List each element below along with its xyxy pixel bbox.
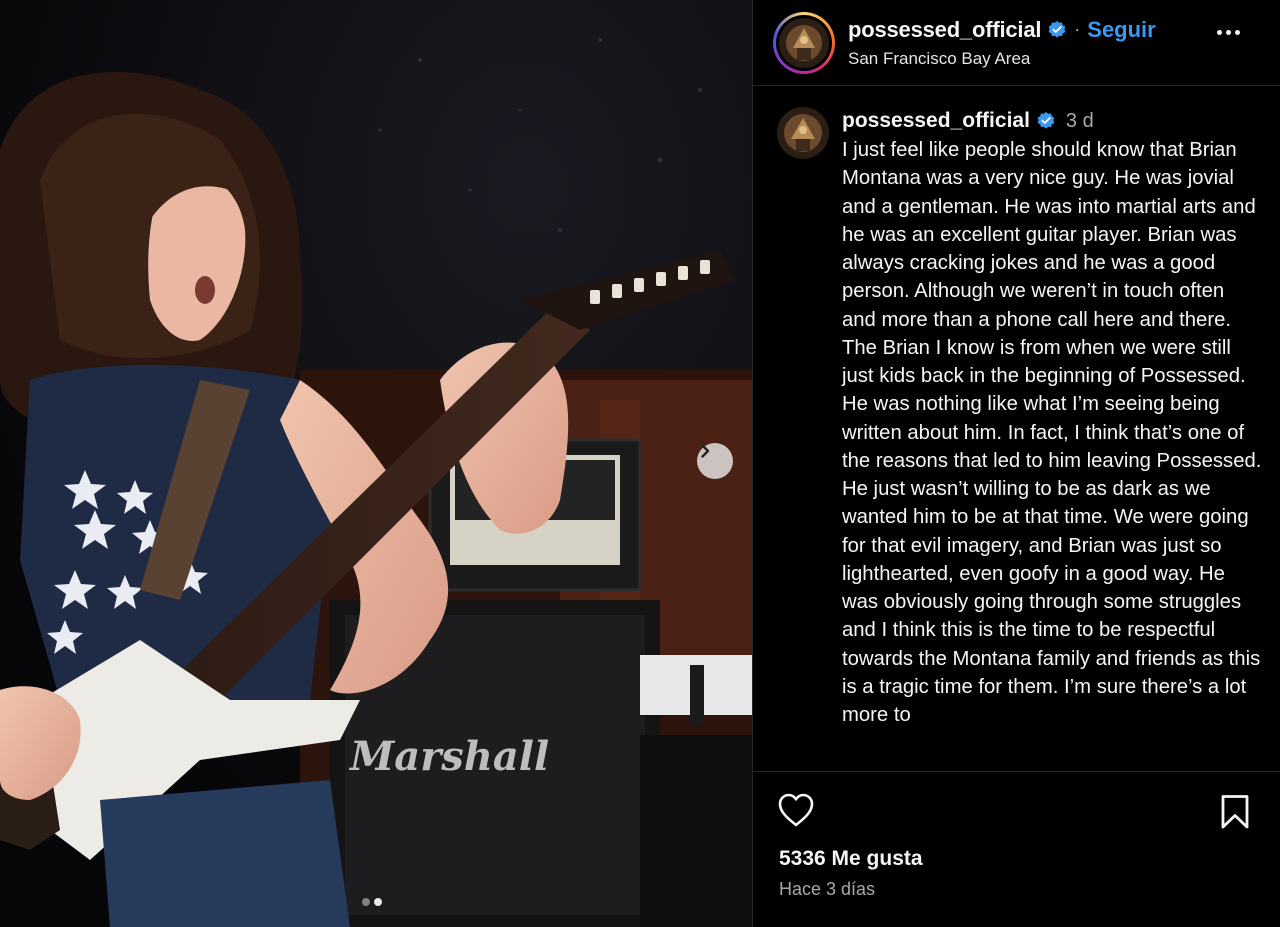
caption-text: I just feel like people should know that…	[842, 139, 1262, 726]
amp-logo: Marshall	[348, 733, 549, 780]
header-username[interactable]: possessed_official	[848, 17, 1041, 43]
follow-button[interactable]: Seguir	[1087, 17, 1155, 43]
caption-timestamp[interactable]: 3 d	[1066, 110, 1094, 133]
verified-badge-icon	[1047, 20, 1067, 40]
caption-username[interactable]: possessed_official	[842, 109, 1030, 133]
action-bar: 5336 Me gusta Hace 3 días	[753, 771, 1280, 927]
post-header: possessed_official · Seguir San Francisc…	[753, 0, 1280, 86]
guitarist-photo: Marshall	[0, 0, 752, 927]
more-dot-icon	[1226, 30, 1231, 35]
verified-badge-icon	[1036, 111, 1056, 131]
post-modal: Marshall possessed_official · Seguir San…	[0, 0, 1280, 927]
heart-icon	[778, 793, 814, 827]
likes-count[interactable]: 5336 Me gusta	[779, 847, 923, 871]
post-side-panel: possessed_official · Seguir San Francisc…	[752, 0, 1280, 927]
carousel-dot	[362, 898, 370, 906]
more-dot-icon	[1235, 30, 1240, 35]
carousel-indicator	[362, 898, 382, 906]
header-separator: ·	[1074, 19, 1081, 39]
carousel-next-button[interactable]	[697, 443, 733, 479]
like-button[interactable]	[777, 792, 815, 833]
caption-avatar[interactable]	[777, 107, 829, 159]
more-options-button[interactable]	[1217, 30, 1240, 35]
post-photo[interactable]: Marshall	[0, 0, 752, 927]
more-dot-icon	[1217, 30, 1222, 35]
location-link[interactable]: San Francisco Bay Area	[848, 49, 1156, 69]
avatar	[779, 17, 829, 68]
story-ring[interactable]	[773, 11, 835, 74]
posted-timestamp: Hace 3 días	[779, 879, 876, 899]
bookmark-icon	[1221, 795, 1249, 829]
comments-section[interactable]: possessed_official 3 d I just feel like …	[753, 87, 1280, 771]
caption: possessed_official 3 d I just feel like …	[753, 87, 1280, 729]
save-button[interactable]	[1220, 794, 1250, 835]
chevron-right-icon	[701, 444, 710, 458]
carousel-dot-active	[374, 898, 382, 906]
